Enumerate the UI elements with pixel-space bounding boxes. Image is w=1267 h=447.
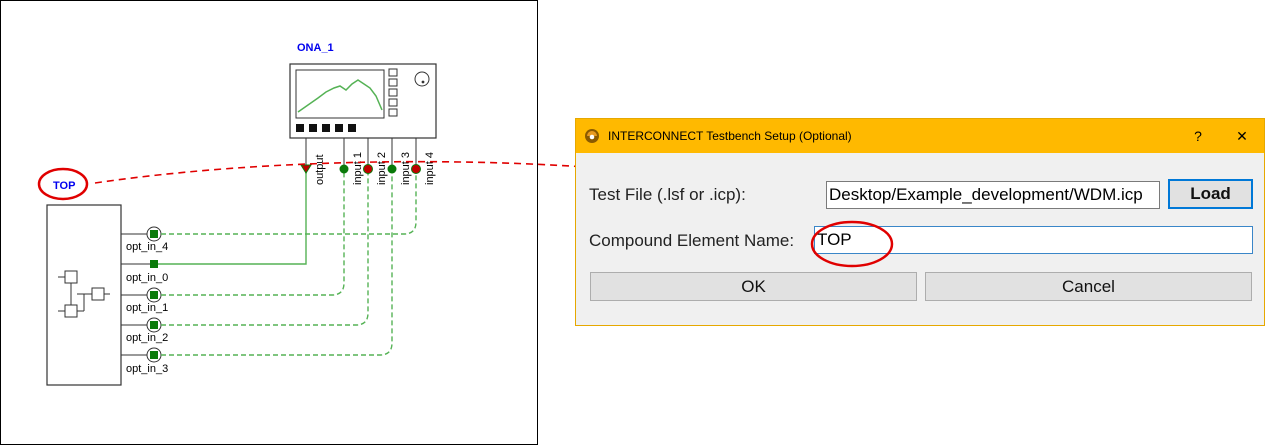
ona-side-keys [388,68,398,117]
test-file-input[interactable]: Desktop/Example_development/WDM.icp [826,181,1160,209]
ok-button[interactable]: OK [590,272,917,301]
compound-element-top[interactable]: TOP [46,180,122,386]
highlight-ellipse-name [810,220,894,268]
dialog-title: INTERCONNECT Testbench Setup (Optional) [608,129,852,143]
port-opt-in-2[interactable]: opt_in_2 [126,317,168,344]
ona-port-input-4 [411,164,421,174]
port-opt-in-3[interactable]: opt_in_3 [126,347,168,375]
port-label-opt-in-4: opt_in_4 [126,241,168,253]
ona-port-label-output: output [314,154,326,185]
port-label-opt-in-0: opt_in_0 [126,272,168,284]
close-button[interactable]: ✕ [1220,119,1264,153]
help-button[interactable]: ? [1176,119,1220,153]
load-button[interactable]: Load [1168,179,1253,209]
ona-port-input-3 [387,164,397,174]
wire-input-3-to-opt-in-3 [161,169,393,356]
ona-port-label-input-1: input 1 [352,152,364,185]
ona-label: ONA_1 [297,42,334,54]
ona-port-input-2 [363,164,373,174]
port-opt-in-4[interactable]: opt_in_4 [126,226,168,253]
ona-port-label-input-2: input 2 [376,152,388,185]
port-label-opt-in-2: opt_in_2 [126,332,168,344]
compound-label: TOP [53,180,75,192]
compound-name-label: Compound Element Name: [589,231,795,250]
dialog-titlebar[interactable]: INTERCONNECT Testbench Setup (Optional) … [576,119,1264,153]
testbench-setup-dialog: INTERCONNECT Testbench Setup (Optional) … [575,118,1265,326]
port-label-opt-in-1: opt_in_1 [126,302,168,314]
wire-input-1-to-opt-in-1 [161,169,345,296]
ona-port-input-1 [339,164,349,174]
port-opt-in-1[interactable]: opt_in_1 [126,287,168,314]
port-label-opt-in-3: opt_in_3 [126,363,168,375]
wires [158,169,417,356]
ona-port-label-input-3: input 3 [400,152,412,185]
ona-port-label-input-4: input 4 [424,152,436,185]
interconnect-app-icon [585,129,599,143]
wire-output-to-opt-in-0 [158,169,307,265]
ona-port-output [300,164,312,174]
wire-input-2-to-opt-in-2 [161,169,369,326]
ona-knob-icon [414,71,430,87]
cancel-button[interactable]: Cancel [925,272,1252,301]
test-file-label: Test File (.lsf or .icp): [589,185,746,204]
